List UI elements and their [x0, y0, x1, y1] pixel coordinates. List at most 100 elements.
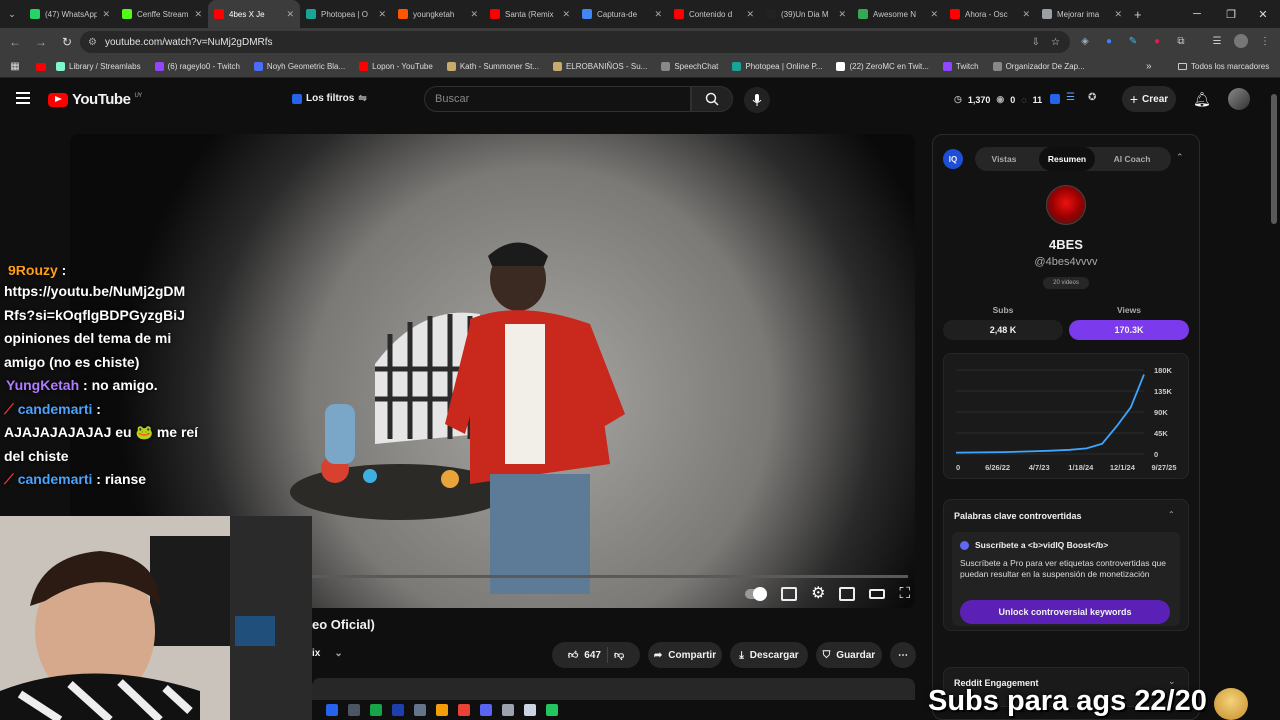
browser-tab[interactable]: Ahora - Osc ✕ — [944, 0, 1036, 28]
tab-search-button[interactable]: ⌄ — [0, 9, 24, 20]
taskbar-app-icon[interactable] — [546, 704, 558, 716]
progress-bar[interactable] — [312, 575, 908, 578]
tab-vistas[interactable]: Vistas — [979, 147, 1029, 171]
fullscreen-icon[interactable]: ⛶ — [899, 586, 910, 601]
subtitles-icon[interactable] — [781, 587, 798, 601]
profile-avatar[interactable] — [1234, 34, 1248, 48]
browser-tab[interactable]: youngketah ✕ — [392, 0, 484, 28]
create-button[interactable]: + Crear — [1122, 86, 1176, 112]
channel-selector[interactable]: ix ⌄ — [312, 648, 343, 659]
like-button[interactable]: 👍︎ 647 — [568, 649, 601, 662]
apps-icon[interactable]: ▦ — [0, 61, 30, 72]
tab-close-icon[interactable]: ✕ — [838, 9, 846, 20]
youtube-logo[interactable]: YouTube UY — [48, 91, 142, 108]
bookmark-star-icon[interactable]: ☆ — [1051, 37, 1060, 48]
voice-search-button[interactable] — [744, 87, 770, 113]
page-scrollbar[interactable] — [1271, 94, 1277, 224]
subs-value[interactable]: 2,48 K — [943, 320, 1063, 340]
bookmark-item[interactable]: ELROBANIÑOS - Su... — [552, 62, 647, 71]
bookmark-item[interactable]: Twitch — [942, 62, 979, 71]
bookmark-item[interactable]: (6) rageylo0 - Twitch — [154, 62, 240, 71]
vidiq-toolbar-icon[interactable] — [1050, 94, 1060, 104]
taskbar-app-icon[interactable] — [458, 704, 470, 716]
new-tab-button[interactable]: + — [1134, 7, 1142, 22]
tab-close-icon[interactable]: ✕ — [746, 9, 754, 20]
browser-tab[interactable]: Photopea | O ✕ — [300, 0, 392, 28]
share-button[interactable]: ➦ Compartir — [648, 642, 722, 668]
description-box[interactable] — [312, 678, 915, 700]
extensions-puzzle-icon[interactable]: ⧉ — [1174, 34, 1188, 48]
taskbar-app-icon[interactable] — [392, 704, 404, 716]
taskbar-app-icon[interactable] — [414, 704, 426, 716]
site-info-icon[interactable]: ⚙ — [88, 37, 97, 48]
bookmark-item[interactable]: Library / Streamlabs — [56, 62, 141, 71]
tab-close-icon[interactable]: ✕ — [1022, 9, 1030, 20]
tab-ai-coach[interactable]: AI Coach — [1105, 147, 1159, 171]
address-bar[interactable]: ⚙ youtube.com/watch?v=NuMj2gDMRfs ⇩ ☆ — [80, 31, 1070, 53]
taskbar-app-icon[interactable] — [370, 704, 382, 716]
download-button[interactable]: ⤓ Descargar — [730, 642, 808, 668]
extension-icon[interactable]: ◈ — [1078, 34, 1092, 48]
save-button[interactable]: ⛉ Guardar — [816, 642, 882, 668]
tab-close-icon[interactable]: ✕ — [654, 9, 662, 20]
taskbar-app-icon[interactable] — [524, 704, 536, 716]
browser-tab[interactable]: Awesome N ✕ — [852, 0, 944, 28]
account-avatar[interactable] — [1228, 88, 1250, 110]
tab-close-icon[interactable]: ✕ — [930, 9, 938, 20]
extension-icon[interactable]: ✎ — [1126, 34, 1140, 48]
browser-tab[interactable]: Captura-de ✕ — [576, 0, 668, 28]
list-icon[interactable]: ☰ — [1066, 92, 1075, 103]
menu-icon[interactable]: ⋮ — [1258, 34, 1272, 48]
browser-tab[interactable]: Contenido d ✕ — [668, 0, 760, 28]
browser-tab[interactable]: 4bes X Je ✕ — [208, 0, 300, 28]
taskbar-app-icon[interactable] — [326, 704, 338, 716]
bookmark-item[interactable]: Photopea | Online P... — [732, 62, 822, 71]
tab-close-icon[interactable]: ✕ — [286, 9, 294, 20]
reading-list-icon[interactable]: ☰ — [1210, 34, 1224, 48]
autoplay-toggle[interactable] — [745, 587, 768, 601]
restore-button[interactable]: ❐ — [1214, 0, 1248, 28]
extension-icon[interactable]: ● — [1102, 34, 1116, 48]
search-input[interactable]: Buscar — [424, 86, 691, 112]
more-bookmarks-icon[interactable]: » — [1146, 61, 1152, 72]
tab-close-icon[interactable]: ✕ — [194, 9, 202, 20]
taskbar-app-icon[interactable] — [348, 704, 360, 716]
browser-tab[interactable]: Santa (Remix ✕ — [484, 0, 576, 28]
all-bookmarks[interactable]: Todos los marcadores — [1178, 62, 1269, 71]
more-actions-button[interactable]: ⋯ — [890, 642, 916, 668]
bookmark-item[interactable]: (22) ZeroMC en Twit... — [836, 62, 929, 71]
collapse-chevron-icon[interactable]: ⌃ — [1176, 152, 1184, 163]
taskbar-app-icon[interactable] — [480, 704, 492, 716]
bookmark-item[interactable]: Lopon - YouTube — [359, 62, 433, 71]
tab-close-icon[interactable]: ✕ — [102, 9, 110, 20]
views-value[interactable]: 170.3K — [1069, 320, 1189, 340]
tab-close-icon[interactable]: ✕ — [378, 9, 386, 20]
install-icon[interactable]: ⇩ — [1032, 37, 1040, 48]
browser-tab[interactable]: (39)Un Dia M ✕ — [760, 0, 852, 28]
hamburger-menu-icon[interactable] — [16, 92, 30, 104]
taskbar-app-icon[interactable] — [436, 704, 448, 716]
tab-close-icon[interactable]: ✕ — [1114, 9, 1122, 20]
browser-tab[interactable]: Cenffe Stream ✕ — [116, 0, 208, 28]
youtube-bookmark-icon[interactable] — [36, 62, 46, 71]
reload-button[interactable]: ↻ — [56, 31, 78, 53]
bookmark-item[interactable]: Kath - Summoner St... — [446, 62, 539, 71]
forward-button[interactable]: → — [30, 31, 52, 53]
unlock-keywords-button[interactable]: Unlock controversial keywords — [960, 600, 1170, 624]
miniplayer-icon[interactable] — [839, 587, 856, 601]
tab-resumen[interactable]: Resumen — [1039, 147, 1095, 171]
settings-gear-icon[interactable]: ⚙ — [811, 586, 825, 602]
extension-icon[interactable]: ● — [1150, 34, 1164, 48]
filters-button[interactable]: Los filtros ⇋ — [292, 93, 367, 104]
browser-tab[interactable]: (47) WhatsApp ✕ — [24, 0, 116, 28]
notifications-bell-icon[interactable]: 🔔︎ — [1193, 91, 1211, 108]
back-button[interactable]: ← — [4, 31, 26, 53]
minimize-button[interactable]: ─ — [1180, 0, 1214, 28]
bookmark-item[interactable]: Noyh Geometric Bla... — [253, 62, 345, 71]
taskbar-app-icon[interactable] — [502, 704, 514, 716]
bookmark-item[interactable]: Organizador De Zap... — [992, 62, 1085, 71]
tab-close-icon[interactable]: ✕ — [470, 9, 478, 20]
theater-mode-icon[interactable] — [869, 589, 886, 599]
search-button[interactable] — [691, 86, 733, 112]
browser-tab[interactable]: Mejorar ima ✕ — [1036, 0, 1128, 28]
